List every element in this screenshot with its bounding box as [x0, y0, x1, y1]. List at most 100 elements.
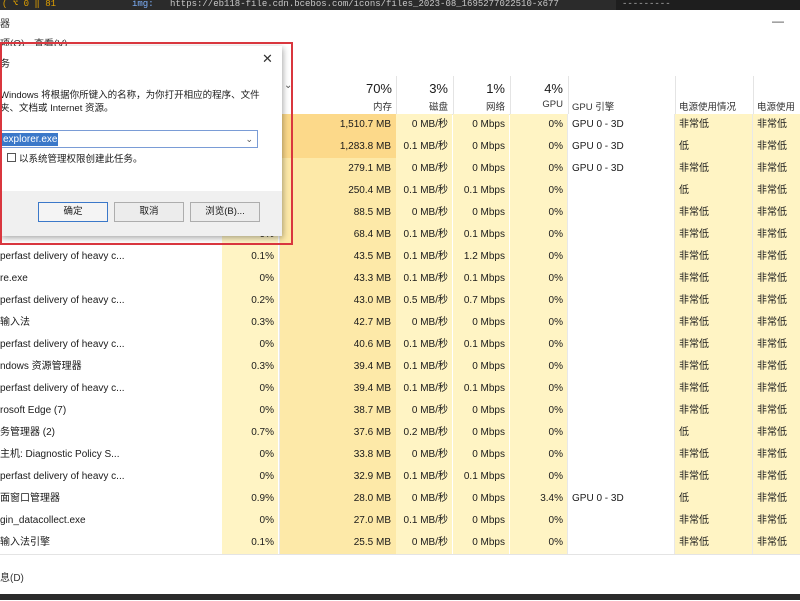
memory-cell: 39.4 MB: [280, 356, 396, 378]
gpu-engine-cell: [568, 290, 674, 312]
table-row[interactable]: re.exe 0% 43.3 MB 0.1 MB/秒 0.1 Mbps 0% 非常低 非常低: [0, 268, 800, 290]
process-name: 输入法引擎: [0, 537, 50, 548]
table-row[interactable]: 主机: Diagnostic Policy S... 0% 33.8 MB 0 MB/…: [0, 444, 800, 466]
power-trend-cell: 非常低: [753, 422, 800, 444]
gpu-cell: 0%: [510, 290, 567, 312]
gpu-engine-cell: GPU 0 - 3D: [568, 114, 674, 136]
table-row[interactable]: 务管理器 (2) 0.7% 37.6 MB 0.2 MB/秒 0 Mbps 0% 低非常低: [0, 422, 800, 444]
memory-cell: 32.9 MB: [280, 466, 396, 488]
network-cell: 0.1 Mbps: [453, 466, 509, 488]
network-cell: 0 Mbps: [453, 136, 509, 158]
network-cell: 0 Mbps: [453, 312, 509, 334]
disk-cell: 0 MB/秒: [396, 114, 452, 136]
disk-cell: 0 MB/秒: [396, 400, 452, 422]
power-trend-cell: 非常低: [753, 510, 800, 532]
top-strip-url: https://eb118-file.cdn.bcebos.com/icons/…: [170, 0, 559, 9]
disk-cell: 0.1 MB/秒: [396, 334, 452, 356]
gpu-cell: 0%: [510, 224, 567, 246]
memory-cell: 250.4 MB: [280, 180, 396, 202]
network-cell: 0 Mbps: [453, 356, 509, 378]
network-cell: 0 Mbps: [453, 532, 509, 554]
fewer-details-link[interactable]: 息(D): [0, 569, 24, 584]
column-header-power-trend[interactable]: 电源使用: [757, 99, 800, 113]
power-usage-cell: 非常低: [675, 378, 752, 400]
gpu-engine-cell: [568, 510, 674, 532]
column-header-memory[interactable]: 内存: [300, 99, 392, 113]
power-trend-cell: 非常低: [753, 268, 800, 290]
table-row[interactable]: 输入法 0.3% 42.7 MB 0 MB/秒 0 Mbps 0% 非常低 非常低: [0, 312, 800, 334]
memory-cell: 40.6 MB: [280, 334, 396, 356]
power-trend-cell: 非常低: [753, 312, 800, 334]
network-cell: 0 Mbps: [453, 400, 509, 422]
table-row[interactable]: 输入法引擎 0.1% 25.5 MB 0 MB/秒 0 Mbps 0% 非常低 非常低: [0, 532, 800, 554]
network-cell: 0.1 Mbps: [453, 334, 509, 356]
cpu-cell: 0%: [222, 510, 278, 532]
table-row[interactable]: perfast delivery of heavy c... 0% 32.9 MB 0…: [0, 466, 800, 488]
gpu-cell: 0%: [510, 466, 567, 488]
gpu-engine-cell: [568, 246, 674, 268]
table-row[interactable]: rosoft Edge (7) 0% 38.7 MB 0 MB/秒 0 Mbps 0% 非常…: [0, 400, 800, 422]
process-name: 输入法: [0, 317, 30, 328]
disk-total-percent: 3%: [429, 81, 448, 96]
power-usage-cell: 非常低: [675, 114, 752, 136]
power-usage-cell: 非常低: [675, 334, 752, 356]
power-trend-cell: 非常低: [753, 334, 800, 356]
table-row[interactable]: perfast delivery of heavy c... 0.2% 43.0 M…: [0, 290, 800, 312]
cpu-cell: 0.3%: [222, 356, 278, 378]
disk-cell: 0.5 MB/秒: [396, 290, 452, 312]
minimize-icon[interactable]: —: [772, 14, 784, 28]
process-name: perfast delivery of heavy c...: [0, 471, 125, 482]
gpu-cell: 0%: [510, 246, 567, 268]
gpu-engine-cell: [568, 444, 674, 466]
gpu-cell: 0%: [510, 422, 567, 444]
gpu-engine-cell: [568, 422, 674, 444]
column-header-gpu-engine[interactable]: GPU 引擎: [572, 99, 614, 113]
memory-cell: 1,510.7 MB: [280, 114, 396, 136]
power-usage-cell: 非常低: [675, 510, 752, 532]
memory-cell: 25.5 MB: [280, 532, 396, 554]
gpu-cell: 0%: [510, 334, 567, 356]
network-cell: 0.1 Mbps: [453, 268, 509, 290]
power-usage-cell: 非常低: [675, 444, 752, 466]
disk-cell: 0.1 MB/秒: [396, 268, 452, 290]
power-usage-cell: 低: [675, 180, 752, 202]
table-row[interactable]: ndows 资源管理器 0.3% 39.4 MB 0.1 MB/秒 0 Mbps 0% 非常…: [0, 356, 800, 378]
table-row[interactable]: gin_datacollect.exe 0% 27.0 MB 0.1 MB/秒 0 Mb…: [0, 510, 800, 532]
process-name: 面窗口管理器: [0, 493, 60, 504]
disk-cell: 0.1 MB/秒: [396, 180, 452, 202]
gpu-engine-cell: [568, 378, 674, 400]
cpu-cell: 0%: [222, 334, 278, 356]
gpu-engine-cell: [568, 466, 674, 488]
power-trend-cell: 非常低: [753, 224, 800, 246]
table-row[interactable]: perfast delivery of heavy c... 0% 39.4 MB 0…: [0, 378, 800, 400]
column-header-gpu[interactable]: GPU: [510, 99, 563, 110]
cpu-cell: 0.1%: [222, 532, 278, 554]
gpu-cell: 3.4%: [510, 488, 567, 510]
power-usage-cell: 非常低: [675, 158, 752, 180]
table-row[interactable]: perfast delivery of heavy c... 0% 40.6 MB 0…: [0, 334, 800, 356]
power-trend-cell: 非常低: [753, 466, 800, 488]
column-header-power-usage[interactable]: 电源使用情况: [679, 99, 736, 113]
disk-cell: 0.1 MB/秒: [396, 224, 452, 246]
power-usage-cell: 非常低: [675, 400, 752, 422]
process-name: 务管理器 (2): [0, 427, 55, 438]
power-usage-cell: 低: [675, 136, 752, 158]
top-strip-token: img:: [132, 0, 154, 9]
cpu-cell: 0.3%: [222, 312, 278, 334]
gpu-cell: 0%: [510, 114, 567, 136]
power-trend-cell: 非常低: [753, 290, 800, 312]
table-row[interactable]: 面窗口管理器 0.9% 28.0 MB 0 MB/秒 0 Mbps 3.4% GPU 0 -…: [0, 488, 800, 510]
column-header-network[interactable]: 网络: [453, 99, 505, 113]
network-cell: 1.2 Mbps: [453, 246, 509, 268]
table-row[interactable]: perfast delivery of heavy c... 0.1% 43.5 M…: [0, 246, 800, 268]
highlight-annotation-box: [0, 42, 293, 245]
column-header-disk[interactable]: 磁盘: [396, 99, 448, 113]
gpu-engine-cell: [568, 180, 674, 202]
network-cell: 0.7 Mbps: [453, 290, 509, 312]
process-name: rosoft Edge (7): [0, 405, 67, 416]
memory-cell: 42.7 MB: [280, 312, 396, 334]
gpu-engine-cell: [568, 312, 674, 334]
network-cell: 0 Mbps: [453, 158, 509, 180]
power-trend-cell: 非常低: [753, 114, 800, 136]
gpu-engine-cell: [568, 356, 674, 378]
